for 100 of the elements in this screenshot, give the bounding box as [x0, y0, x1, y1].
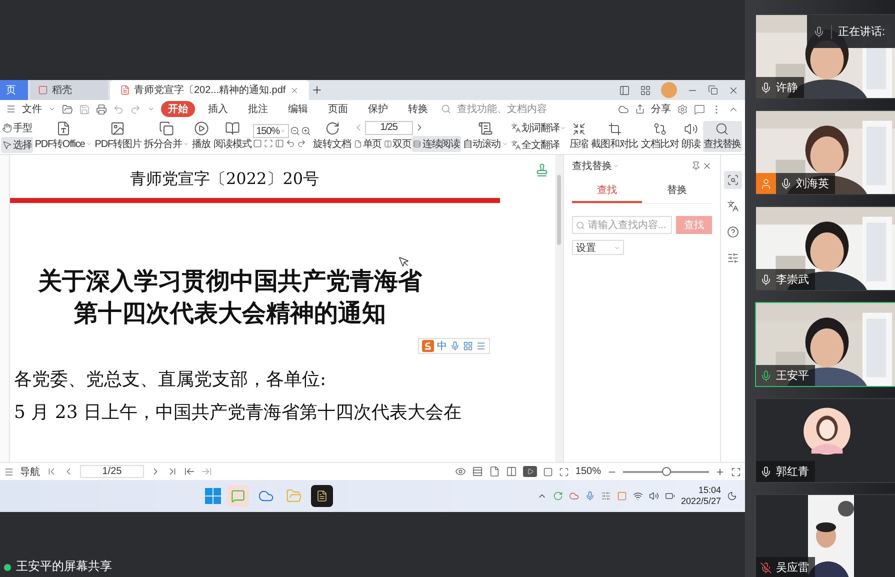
- eye-icon[interactable]: [455, 466, 466, 477]
- cloud-icon[interactable]: [618, 104, 629, 114]
- ribbon-button[interactable]: 截图和对比: [590, 120, 640, 152]
- page-field[interactable]: 1/25: [80, 465, 144, 478]
- tab[interactable]: 替换: [642, 179, 712, 203]
- tab[interactable]: 青师党宣字〔202...精神的通知.pdf: [110, 80, 309, 100]
- search-field[interactable]: 查找功能、文档内容: [457, 102, 547, 116]
- share-label[interactable]: 分享: [651, 102, 671, 116]
- new-tab-icon[interactable]: [310, 84, 323, 96]
- folder-icon[interactable]: [62, 104, 73, 114]
- menu-tab[interactable]: 保护: [361, 101, 395, 117]
- close-icon[interactable]: [702, 161, 712, 171]
- participant-tile[interactable]: 郭红青: [755, 398, 895, 483]
- first-page-icon[interactable]: [46, 466, 57, 477]
- tool-button[interactable]: 选择: [1, 136, 33, 152]
- battery-icon[interactable]: [664, 491, 675, 501]
- participant-tile[interactable]: 王安平: [755, 302, 895, 387]
- printer-icon[interactable]: [96, 104, 107, 114]
- tab[interactable]: 查找: [572, 179, 642, 203]
- fullscreen-icon[interactable]: [731, 466, 741, 476]
- ime-logo-icon[interactable]: [422, 340, 434, 352]
- ribbon-button[interactable]: 文档比对: [640, 120, 680, 152]
- ribbon-button[interactable]: PDF转Office: [34, 120, 93, 152]
- menu-tab[interactable]: 批注: [241, 101, 275, 117]
- page-field[interactable]: 1/25: [364, 120, 413, 134]
- microphone-icon[interactable]: [584, 491, 595, 501]
- menu-tab[interactable]: 插入: [201, 101, 235, 117]
- ribbon-button[interactable]: 自动滚动: [462, 120, 509, 152]
- zoom-in-icon[interactable]: [715, 466, 725, 476]
- ribbon-button[interactable]: 拆分合并: [143, 120, 190, 152]
- two-page-icon[interactable]: [506, 466, 518, 477]
- ribbon-button[interactable]: 压缩: [568, 120, 590, 152]
- restore-icon[interactable]: [708, 85, 718, 95]
- back-icon[interactable]: [184, 466, 195, 477]
- tab[interactable]: 页: [0, 80, 28, 100]
- ribbon-button[interactable]: 朗读: [680, 120, 702, 152]
- rotate-left-icon[interactable]: [286, 139, 296, 148]
- translate-button[interactable]: 划词翻译: [510, 120, 568, 136]
- zoom-in-icon[interactable]: [301, 126, 312, 136]
- volume-icon[interactable]: [648, 491, 659, 501]
- office-app-icon[interactable]: [311, 485, 334, 507]
- slider-thumb[interactable]: [662, 466, 671, 476]
- menu-tab[interactable]: 开始: [161, 101, 195, 117]
- rotate-right-icon[interactable]: [297, 139, 306, 148]
- search-icon[interactable]: [727, 174, 739, 186]
- keyboard-icon[interactable]: [463, 341, 473, 351]
- help-icon[interactable]: [727, 226, 739, 238]
- search-icon[interactable]: [441, 104, 451, 114]
- participant-tile[interactable]: 李崇武: [755, 206, 895, 291]
- actual-size-icon[interactable]: [253, 139, 262, 148]
- zoom-out-icon[interactable]: [290, 126, 300, 136]
- menu-icon[interactable]: [6, 104, 16, 114]
- play-button[interactable]: [523, 466, 538, 477]
- translate-button[interactable]: 全文翻译: [510, 136, 568, 152]
- settings-select[interactable]: 设置: [572, 240, 624, 255]
- ime-mode[interactable]: 中: [437, 339, 447, 353]
- navigation-label[interactable]: 导航: [20, 464, 40, 478]
- ribbon-button[interactable]: 播放: [190, 120, 212, 152]
- share-icon[interactable]: [635, 104, 645, 114]
- menu-icon[interactable]: [476, 341, 486, 351]
- tab[interactable]: 稻壳: [30, 80, 108, 100]
- view-mode-button[interactable]: 单页: [352, 136, 383, 152]
- menu-tab[interactable]: 页面: [321, 101, 355, 117]
- tool-button[interactable]: 手型: [1, 120, 33, 136]
- close-icon[interactable]: [728, 84, 739, 96]
- zoom-level[interactable]: 150%: [575, 466, 601, 477]
- ribbon-button[interactable]: PDF转图片: [94, 120, 142, 152]
- wifi-icon[interactable]: [632, 491, 643, 501]
- menu-tab[interactable]: 编辑: [281, 101, 315, 117]
- continuous-icon[interactable]: [472, 466, 484, 477]
- zoom-select[interactable]: 150%: [253, 124, 290, 138]
- view-mode-button[interactable]: 双页: [382, 136, 412, 152]
- participant-tile[interactable]: 正在讲话: 许静: [755, 14, 895, 99]
- fit-width-icon[interactable]: [275, 139, 284, 148]
- windows-start-icon[interactable]: [205, 488, 222, 504]
- ribbon-button[interactable]: 阅读模式: [212, 120, 252, 152]
- actual-size-icon[interactable]: [543, 466, 554, 476]
- scrollbar-thumb[interactable]: [557, 175, 561, 245]
- moon-icon[interactable]: [727, 491, 738, 501]
- participant-tile[interactable]: 吴应雷: [755, 494, 895, 577]
- settings-icon[interactable]: [677, 104, 688, 114]
- cloud-icon[interactable]: [568, 491, 579, 501]
- sliders-icon[interactable]: [727, 252, 739, 264]
- grid-icon[interactable]: [640, 84, 651, 96]
- sync-icon[interactable]: [552, 491, 563, 501]
- microphone-icon[interactable]: [450, 341, 460, 351]
- fit-page-icon[interactable]: [264, 139, 274, 148]
- ribbon-button[interactable]: 查找替换: [702, 120, 742, 152]
- last-page-icon[interactable]: [167, 466, 178, 477]
- close-icon[interactable]: [290, 86, 299, 94]
- menu-tab[interactable]: 转换: [401, 101, 435, 117]
- page-icon[interactable]: [489, 466, 500, 477]
- fit-page-icon[interactable]: [559, 466, 570, 476]
- clock[interactable]: 15:04 2022/5/27: [680, 485, 722, 507]
- view-mode-button[interactable]: 连续阅读: [412, 136, 462, 152]
- file-menu[interactable]: 文件: [22, 102, 42, 116]
- stamp-icon[interactable]: [535, 163, 549, 177]
- participant-tile[interactable]: 刘海英: [755, 110, 895, 195]
- ribbon-button[interactable]: 旋转文档: [312, 120, 352, 152]
- comment-icon[interactable]: [694, 104, 705, 114]
